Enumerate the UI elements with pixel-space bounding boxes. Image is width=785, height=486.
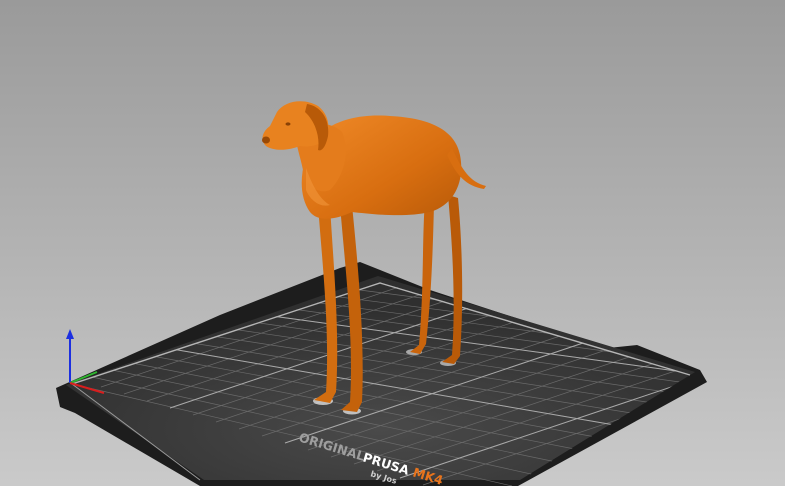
3d-viewport[interactable]: ORIGINAL PRUSA MK4 by Jos [0,0,785,486]
scene-canvas[interactable]: ORIGINAL PRUSA MK4 by Jos [0,0,785,486]
